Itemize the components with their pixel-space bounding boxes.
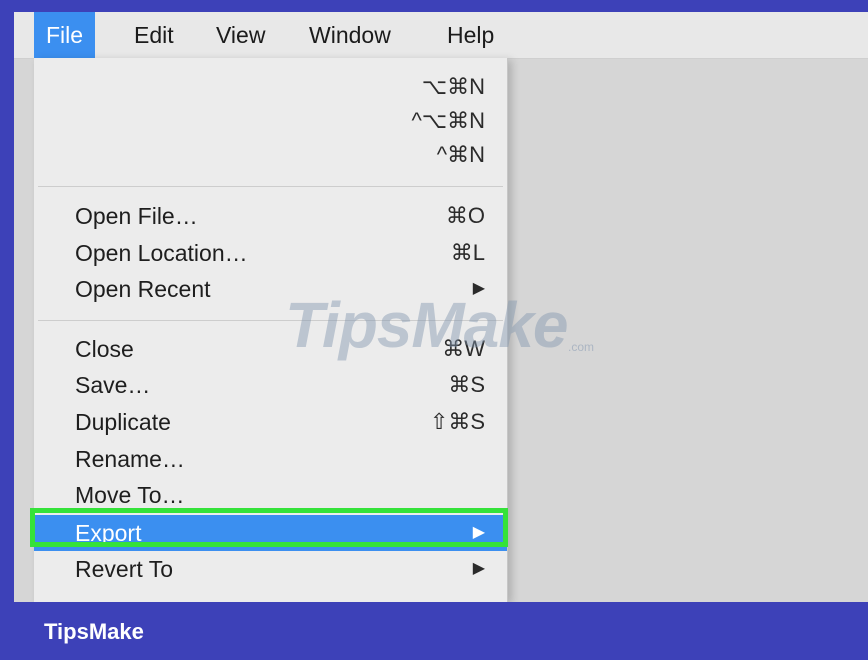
footer-brand: TipsMake — [44, 619, 144, 644]
menu-item-new-shortcut-1[interactable]: ⌥⌘N — [34, 70, 507, 104]
menu-item-duplicate[interactable]: Duplicate ⇧⌘S — [34, 405, 507, 439]
menu-item-label: Open File… — [75, 203, 198, 229]
menu-item-label: Revert To — [75, 556, 174, 582]
menu-item-shortcut: ^⌥⌘N — [411, 108, 485, 133]
menubar-window[interactable]: Window — [297, 12, 403, 58]
menu-item-revert-to[interactable]: Revert To ▶ — [34, 552, 507, 586]
menu-item-save[interactable]: Save… ⌘S — [34, 368, 507, 402]
menu-item-label: Open Recent — [75, 276, 211, 302]
menu-item-label: Rename… — [75, 446, 185, 472]
menu-item-shortcut: ⌘O — [445, 203, 485, 228]
menu-item-rename[interactable]: Rename… — [34, 442, 507, 476]
menu-item-open-location[interactable]: Open Location… ⌘L — [34, 236, 507, 270]
menu-item-label: Duplicate — [75, 409, 171, 435]
submenu-arrow-icon: ▶ — [472, 560, 485, 577]
menu-item-shortcut: ⌥⌘N — [421, 74, 485, 99]
menu-item-shortcut: ^⌘N — [436, 142, 485, 167]
menubar-help[interactable]: Help — [435, 12, 506, 58]
menu-item-shortcut: ⇧⌘S — [429, 409, 485, 434]
menu-separator — [38, 186, 503, 187]
menu-item-label: Save… — [75, 372, 151, 398]
watermark-suffix: .com — [568, 340, 595, 354]
menu-item-shortcut: ⌘S — [448, 372, 485, 397]
menu-item-label: Open Location… — [75, 240, 248, 266]
menubar-file[interactable]: File — [34, 12, 96, 58]
menu-bar: File Edit View Window Help — [14, 12, 868, 59]
watermark-logo: TipsMake — [285, 289, 568, 361]
menubar-view[interactable]: View — [204, 12, 277, 58]
menubar-edit[interactable]: Edit — [122, 12, 186, 58]
menu-item-label: Close — [75, 336, 134, 362]
menu-item-new-shortcut-3[interactable]: ^⌘N — [34, 138, 507, 172]
highlight-outline — [30, 508, 508, 547]
menu-item-open-file[interactable]: Open File… ⌘O — [34, 199, 507, 233]
menu-item-label: Move To… — [75, 482, 185, 508]
menu-item-shortcut: ⌘L — [450, 240, 485, 265]
menu-item-new-shortcut-2[interactable]: ^⌥⌘N — [34, 104, 507, 138]
menu-item-move-to[interactable]: Move To… — [34, 478, 507, 512]
